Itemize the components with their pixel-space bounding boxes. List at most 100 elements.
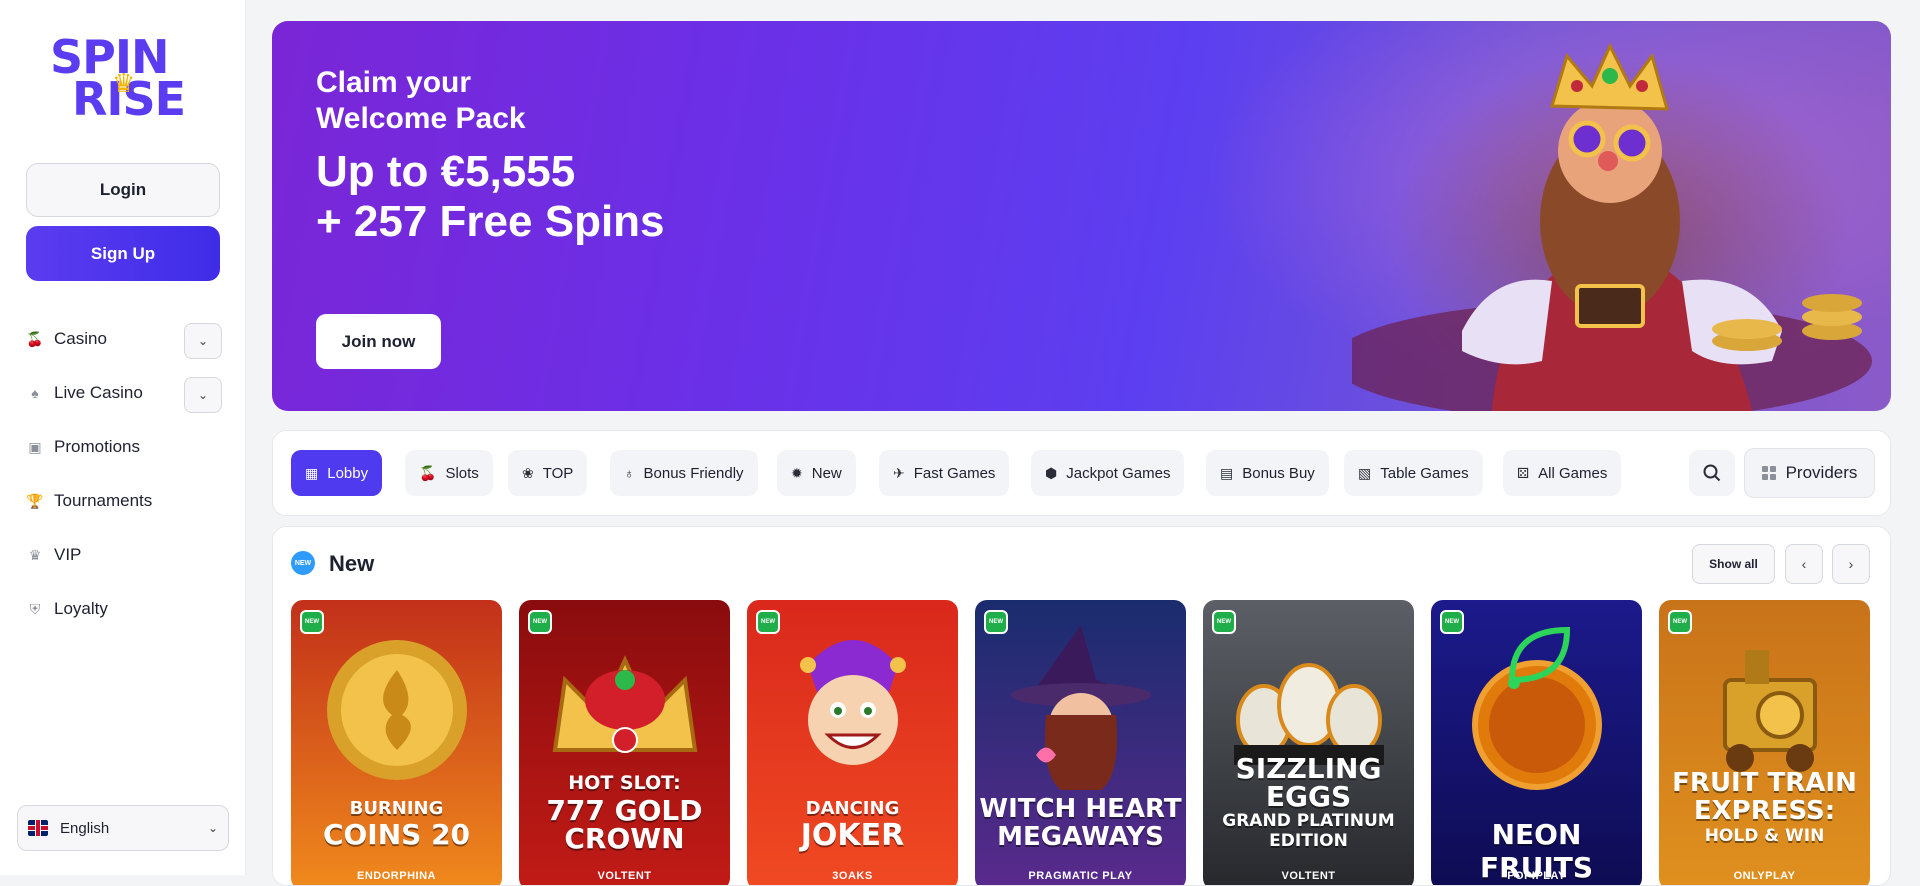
game-provider: VOLTENT bbox=[597, 870, 652, 882]
trophy-icon: 🏆 bbox=[26, 493, 44, 509]
game-title-line: JOKER bbox=[800, 818, 905, 853]
chevron-down-icon[interactable]: ⌄ bbox=[184, 323, 222, 359]
game-provider: ONLYPLAY bbox=[1733, 870, 1796, 882]
dice-icon: ⚄ bbox=[1517, 464, 1530, 481]
sidebar-item-casino[interactable]: 🍒 Casino ⌄ bbox=[26, 312, 222, 366]
sidebar: SPIN RISE ♛ Login Sign Up 🍒 Casino ⌄ ♠ L… bbox=[0, 0, 246, 875]
shield-icon: ⛨ bbox=[29, 601, 41, 617]
gold-train-art bbox=[1722, 650, 1817, 772]
tab-top[interactable]: ❀ TOP bbox=[508, 450, 588, 496]
neon-orange-art bbox=[1471, 626, 1602, 790]
money-bag-icon: ♁ bbox=[624, 465, 635, 481]
tab-new[interactable]: ✹ New bbox=[777, 450, 856, 496]
game-provider: VOLTENT bbox=[1281, 870, 1336, 882]
game-title-line: DANCING bbox=[805, 798, 900, 819]
game-provider: POPIPLAY bbox=[1507, 870, 1566, 882]
sidebar-nav: 🍒 Casino ⌄ ♠ Live Casino ⌄ ▣ Promotions … bbox=[26, 312, 222, 636]
game-title-line: HOLD & WIN bbox=[1704, 826, 1825, 846]
banner-claim-text: Claim your Welcome Pack bbox=[316, 65, 716, 137]
search-icon bbox=[1703, 464, 1721, 482]
prev-arrow-button[interactable]: ‹ bbox=[1785, 544, 1823, 584]
witch-character-art bbox=[1010, 625, 1151, 790]
joker-character-art bbox=[799, 640, 906, 765]
king-character-illustration bbox=[1352, 42, 1872, 411]
sidebar-item-promotions[interactable]: ▣ Promotions bbox=[26, 420, 222, 474]
sidebar-item-tournaments[interactable]: 🏆 Tournaments bbox=[26, 474, 222, 528]
game-provider: 3OAKS bbox=[832, 870, 873, 882]
jackpot-icon: ⬢ bbox=[1045, 464, 1058, 481]
new-badge-icon: NEW bbox=[291, 551, 315, 575]
sidebar-item-live-casino[interactable]: ♠ Live Casino ⌄ bbox=[26, 366, 222, 420]
gold-coin-art bbox=[326, 640, 467, 780]
game-title-line: CROWN bbox=[564, 822, 685, 855]
spinrise-logo[interactable]: SPIN RISE ♛ bbox=[50, 34, 195, 122]
game-card-neon-fruits[interactable]: NEW NEON FRUITS POPIPLAY bbox=[1431, 600, 1642, 885]
signup-button[interactable]: Sign Up bbox=[26, 226, 220, 281]
gold-crown-art bbox=[552, 655, 697, 753]
join-now-button[interactable]: Join now bbox=[316, 314, 441, 369]
tab-jackpot-games[interactable]: ⬢ Jackpot Games bbox=[1031, 450, 1185, 496]
sidebar-item-vip[interactable]: ♛ VIP bbox=[26, 528, 222, 582]
tab-all-games[interactable]: ⚄ All Games bbox=[1503, 450, 1622, 496]
game-title-line: BURNING bbox=[349, 798, 444, 819]
banner-offer-amount: Up to €5,555 + 257 Free Spins bbox=[316, 147, 916, 247]
grid-icon bbox=[1761, 466, 1776, 480]
game-title-line: GRAND PLATINUM bbox=[1222, 811, 1395, 831]
tab-label: Lobby bbox=[327, 464, 369, 482]
tab-label: All Games bbox=[1538, 464, 1608, 482]
gift-icon: ▣ bbox=[28, 439, 42, 455]
sidebar-item-loyalty[interactable]: ⛨ Loyalty bbox=[26, 582, 222, 636]
welcome-banner[interactable]: Claim your Welcome Pack Up to €5,555 + 2… bbox=[272, 21, 1891, 411]
grid-icon: ▦ bbox=[305, 464, 319, 481]
tab-label: Fast Games bbox=[913, 464, 996, 482]
game-title-line: FRUIT TRAIN bbox=[1672, 768, 1857, 798]
next-arrow-button[interactable]: › bbox=[1832, 544, 1870, 584]
category-bar: ▦ Lobby 🍒 Slots ❀ TOP ♁ Bonus Friendly ✹ New … bbox=[272, 430, 1891, 516]
tab-lobby[interactable]: ▦ Lobby bbox=[291, 450, 383, 496]
language-selector[interactable]: English ⌄ bbox=[17, 805, 229, 851]
show-all-button[interactable]: Show all bbox=[1692, 544, 1775, 584]
game-card-777-gold-crown[interactable]: NEW HOT SLOT: 777 GOLD CROWN VOLTENT bbox=[519, 600, 730, 885]
new-badge-icon: NEW bbox=[528, 610, 552, 634]
search-button[interactable] bbox=[1689, 450, 1735, 496]
tab-label: Bonus Buy bbox=[1242, 464, 1315, 482]
providers-button[interactable]: Providers bbox=[1744, 448, 1875, 498]
tab-fast-games[interactable]: ✈ Fast Games bbox=[879, 450, 1010, 496]
tab-bonus-buy[interactable]: ▤ Bonus Buy bbox=[1206, 450, 1329, 496]
tab-label: TOP bbox=[542, 464, 574, 482]
uk-flag-icon bbox=[28, 820, 48, 836]
login-button[interactable]: Login bbox=[26, 163, 220, 217]
game-card-witch-heart-megaways[interactable]: NEW WITCH HEART MEGAWAYS PRAGMATIC PLAY bbox=[975, 600, 1186, 885]
crown-icon: ♛ bbox=[28, 547, 42, 563]
tab-label: Slots bbox=[445, 464, 479, 482]
sidebar-item-label: Live Casino bbox=[54, 383, 143, 402]
chevron-left-icon: ‹ bbox=[1801, 556, 1807, 572]
chevron-down-icon[interactable]: ⌄ bbox=[184, 377, 222, 413]
tab-slots[interactable]: 🍒 Slots bbox=[405, 450, 493, 496]
game-title-line: EDITION bbox=[1269, 831, 1348, 851]
cherries-icon: 🍒 bbox=[419, 464, 437, 481]
cherries-icon: 🍒 bbox=[26, 331, 44, 347]
amount-line2: + 257 Free Spins bbox=[316, 197, 665, 246]
game-card-fruit-train-express[interactable]: NEW FRUIT TRAIN EXPRESS: HOLD & WIN ONLY… bbox=[1659, 600, 1870, 885]
sidebar-item-label: Casino bbox=[54, 329, 107, 348]
chevron-right-icon: › bbox=[1848, 556, 1854, 572]
basket-icon: ▤ bbox=[1220, 464, 1234, 481]
section-title: New bbox=[329, 551, 375, 576]
sidebar-item-label: Tournaments bbox=[54, 491, 153, 510]
game-card-dancing-joker[interactable]: NEW DANCING JOKER 3OAKS bbox=[747, 600, 958, 885]
tab-label: Bonus Friendly bbox=[643, 464, 744, 482]
game-title-line: MEGAWAYS bbox=[997, 822, 1164, 852]
game-card-sizzling-eggs[interactable]: NEW SIZZLING EGGS GRAND PLATINUM EDITION… bbox=[1203, 600, 1414, 885]
tab-label: New bbox=[811, 464, 842, 482]
sidebar-item-label: Promotions bbox=[54, 437, 140, 456]
game-card-burning-coins-20[interactable]: NEW BURNING COINS 20 ENDORPHINA bbox=[291, 600, 502, 885]
medal-icon: ❀ bbox=[522, 464, 534, 481]
game-provider: PRAGMATIC PLAY bbox=[1028, 870, 1133, 882]
providers-label: Providers bbox=[1785, 463, 1858, 482]
tab-bonus-friendly[interactable]: ♁ Bonus Friendly bbox=[610, 450, 758, 496]
tab-table-games[interactable]: ▧ Table Games bbox=[1344, 450, 1483, 496]
amount-line1: Up to €5,555 bbox=[316, 147, 576, 196]
new-games-section: NEW New Show all ‹ › NEW BURNING COINS 2… bbox=[272, 526, 1891, 886]
game-title-line: EGGS bbox=[1265, 780, 1352, 813]
